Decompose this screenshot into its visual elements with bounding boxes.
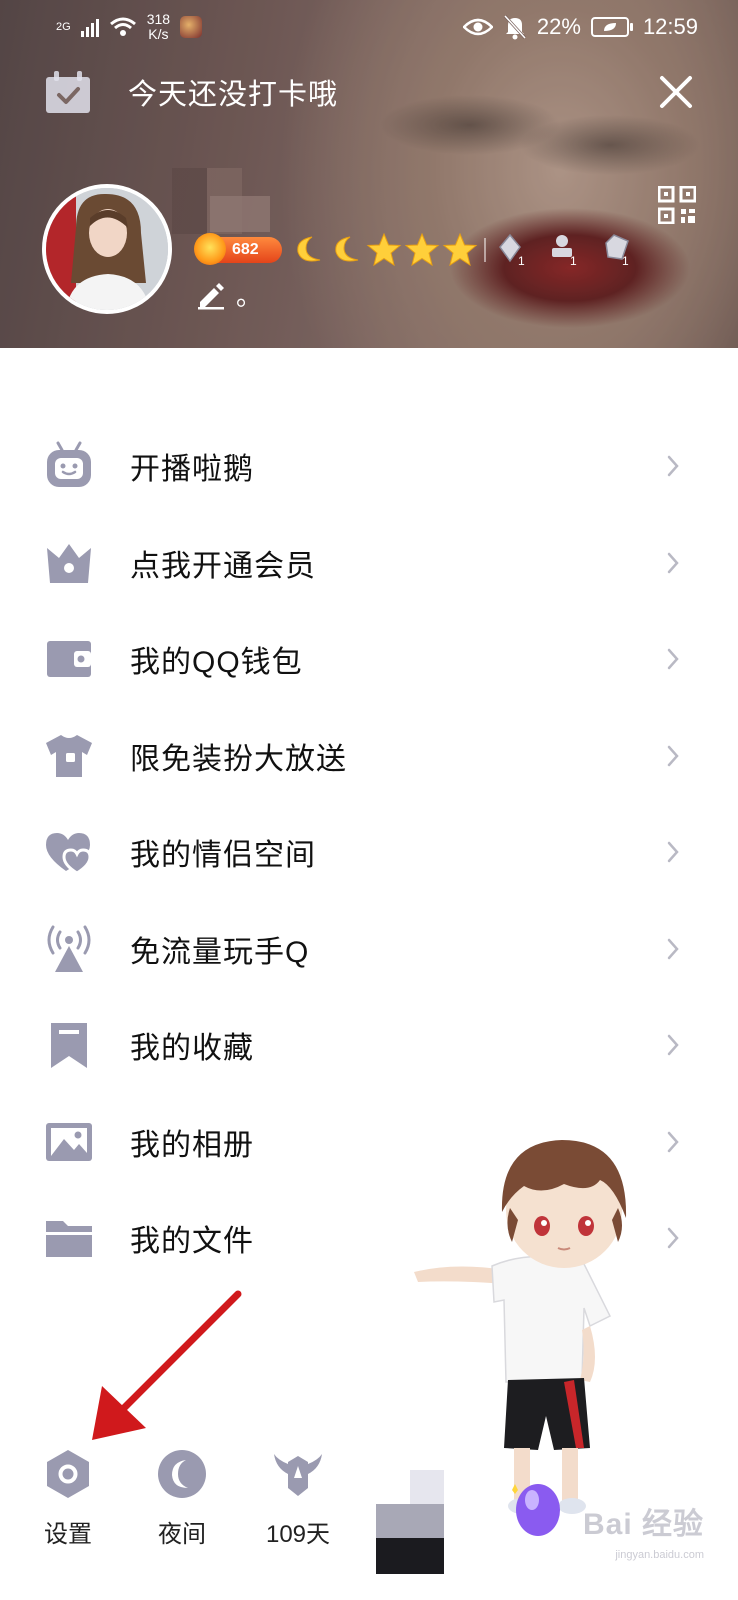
avatar[interactable] [42,184,172,314]
menu-item-costume[interactable]: 限免装扮大放送 [0,708,738,805]
menu-item-label: 点我开通会员 [130,549,316,583]
watermark: Bai 经验 jingyan.baidu.com [583,1510,704,1570]
moon-icon [158,1450,206,1498]
tshirt-icon [46,734,92,777]
diamond-medal-icon[interactable]: 1 [600,233,634,267]
night-label: 夜间 [158,1521,206,1548]
calendar-check-icon[interactable] [44,69,92,115]
active-days-button[interactable]: 109天 [248,1436,348,1549]
menu-item-vip[interactable]: 点我开通会员 [0,515,738,612]
star-icon [366,233,402,267]
checkin-text[interactable]: 今天还没打卡哦 [128,71,338,113]
signal-icon [80,17,99,37]
menu-item-live[interactable]: 开播啦鹅 [0,418,738,515]
chevron-right-icon [667,552,679,573]
moon-icon-2 [335,236,359,262]
menu-item-couple[interactable]: 我的情侣空间 [0,804,738,901]
purple-gem-icon [512,1484,560,1536]
menu-item-label: 我的文件 [130,1225,254,1259]
signature-text[interactable]: 。 [236,276,262,313]
speed-value: 318 [146,11,171,27]
avatar-photo [46,188,168,310]
nickname-mosaic-2 [210,196,270,232]
menu-item-label: 我的相册 [130,1128,254,1162]
active-days-label: 109天 [265,1521,331,1548]
chevron-right-icon [667,649,679,670]
settings-button[interactable]: 设置 [18,1436,118,1549]
chevron-right-icon [667,1131,679,1152]
menu-item-free-data[interactable]: 免流量玩手Q [0,901,738,998]
chevron-right-icon [667,1228,679,1249]
couple-heart-icon [46,833,92,876]
battery-percent: 22% [536,14,581,39]
menu-item-label: 开播啦鹅 [130,453,254,487]
chevron-right-icon [667,842,679,863]
badge-separator [484,238,486,262]
eye-icon [462,18,493,36]
chevron-right-icon [667,1035,679,1056]
star-icon-3 [442,233,478,267]
medal-count-3: 1 [622,254,629,267]
bookmark-icon [51,1023,87,1069]
wallet-icon [47,641,91,678]
wifi-icon [109,17,136,36]
folder-icon [46,1221,92,1258]
menu-item-label: 我的收藏 [130,1032,254,1066]
level-pill[interactable]: 682 [194,233,282,265]
menu-item-label: 限免装扮大放送 [130,742,347,776]
level-number: 682 [232,241,259,258]
profile-header: 2G 318 K/s 22% 12:59 今天还没打卡哦 682 1 1 1 。 [0,0,738,348]
trophy-medal-icon[interactable]: 1 [548,233,582,267]
watermark-text: Bai 经验 [582,1508,704,1541]
game-app-icon [180,16,203,38]
photo-album-icon [46,1122,92,1161]
medal-badges[interactable]: 1 1 1 [496,233,634,267]
close-icon[interactable] [654,70,698,114]
winged-badge-icon [274,1454,322,1496]
settings-hexagon-icon [47,1450,89,1498]
chevron-right-icon [667,456,679,477]
medal-count-1: 1 [518,254,525,267]
menu-item-label: 我的QQ钱包 [130,646,303,680]
tv-robot-icon [47,441,91,488]
level-icons [290,233,478,267]
qr-code-icon[interactable] [658,186,696,224]
signal-tower-icon [47,925,91,972]
chevron-right-icon [667,745,679,766]
level-badges[interactable]: 682 1 1 1 [194,232,634,268]
mute-bell-icon [503,14,527,40]
menu-item-label: 我的情侣空间 [130,839,316,873]
signature-row[interactable]: 。 [196,276,262,313]
menu-item-label: 免流量玩手Q [130,935,310,969]
menu-item-wallet[interactable]: 我的QQ钱包 [0,611,738,708]
medal-count-2: 1 [570,254,577,267]
menu-item-favorites[interactable]: 我的收藏 [0,997,738,1094]
status-bar: 2G 318 K/s 22% 12:59 [0,0,738,56]
moon-icon [297,236,321,262]
network-speed: 318 K/s [147,12,170,42]
flame-icon [194,233,226,265]
vip-crown-icon [47,543,91,583]
mosaic-block [376,1470,444,1574]
speed-unit: K/s [148,26,169,42]
crystal-medal-icon[interactable]: 1 [496,233,530,267]
network-type: 2G [56,21,71,33]
star-icon-2 [404,233,440,267]
clock: 12:59 [642,14,698,39]
chevron-right-icon [667,938,679,959]
settings-label: 设置 [44,1521,92,1548]
checkin-row[interactable]: 今天还没打卡哦 [44,68,698,116]
watermark-url: jingyan.baidu.com [615,1549,704,1561]
night-mode-button[interactable]: 夜间 [132,1436,232,1549]
edit-pencil-icon[interactable] [196,280,226,310]
battery-icon [590,17,633,37]
